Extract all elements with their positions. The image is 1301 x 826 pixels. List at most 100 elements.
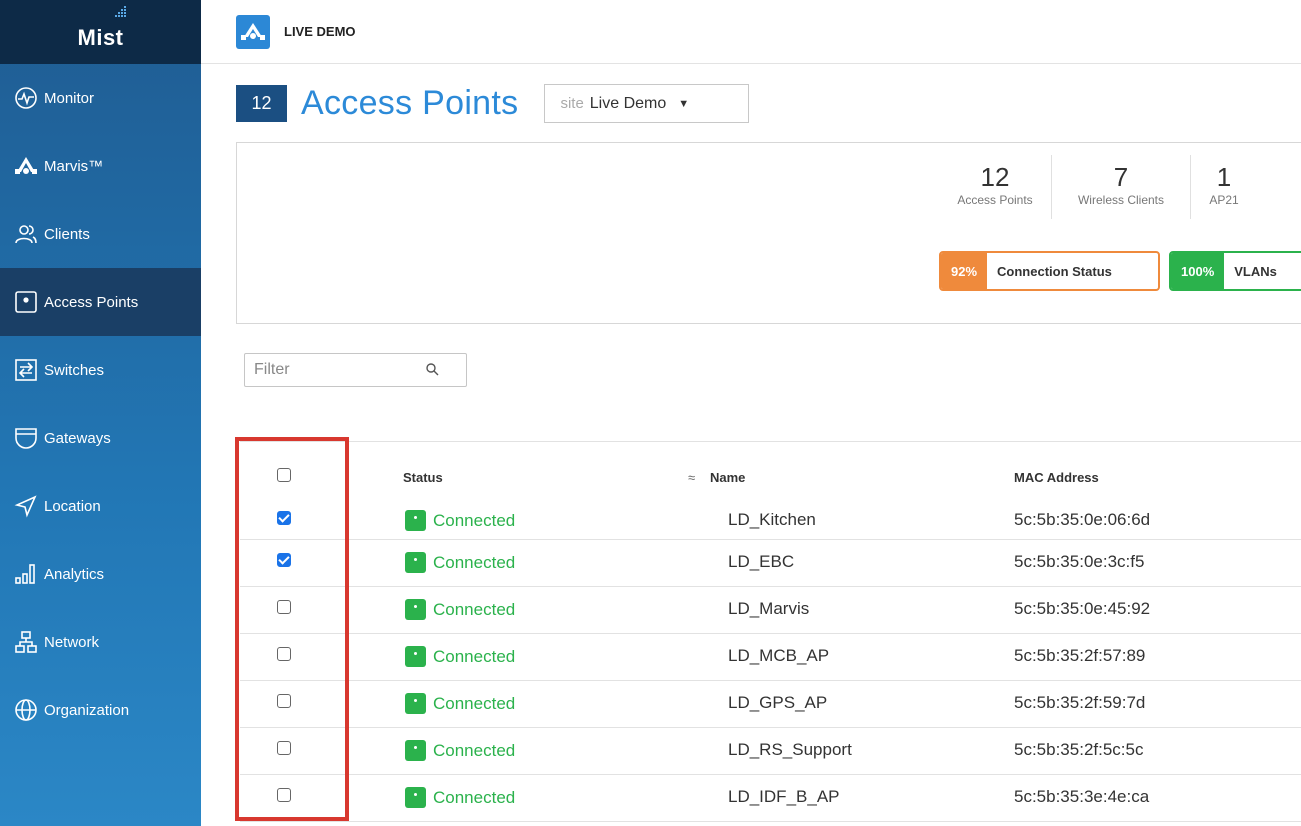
row-checkbox[interactable] [277, 694, 291, 708]
ap-name-link[interactable]: LD_Marvis [728, 599, 809, 619]
pill-percent: 92% [941, 253, 988, 289]
table-row[interactable]: Connected LD_IDF_B_AP 5c:5b:35:3e:4e:ca [240, 775, 1301, 822]
filter-placeholder: Filter [254, 361, 290, 378]
site-dropdown[interactable]: site Live Demo ▼ [544, 84, 750, 123]
stat-ap21[interactable]: 1 AP21 [1199, 163, 1249, 207]
mac-address: 5c:5b:35:0e:45:92 [1014, 599, 1151, 618]
column-header-status[interactable]: Status [403, 470, 443, 485]
title-row: 12 Access Points site Live Demo ▼ [236, 84, 750, 123]
site-dropdown-value: Live Demo [589, 94, 667, 112]
table-row[interactable]: Connected LD_GPS_AP 5c:5b:35:2f:59:7d [240, 681, 1301, 728]
mac-address: 5c:5b:35:0e:06:6d [1014, 510, 1151, 529]
ap-name-link[interactable]: LD_RS_Support [728, 740, 852, 760]
ap-count-badge: 12 [236, 85, 287, 122]
mac-address: 5c:5b:35:0e:3c:f5 [1014, 552, 1145, 571]
sidebar-item-label: Organization [44, 701, 130, 719]
analytics-icon [14, 562, 38, 586]
pill-label: VLANs [1234, 263, 1277, 279]
ap-name-link[interactable]: LD_GPS_AP [728, 693, 827, 713]
table-row[interactable]: Connected LD_EBC 5c:5b:35:0e:3c:f5 [240, 540, 1301, 587]
stat-divider [1190, 155, 1191, 219]
clients-icon [14, 222, 38, 246]
organization-icon [14, 698, 38, 722]
sidebar-item-label: Marvis™ [44, 157, 104, 175]
marvis-icon[interactable] [236, 14, 270, 49]
status-connected-icon [405, 646, 426, 667]
column-header-mac[interactable]: MAC Address [1014, 470, 1099, 485]
switch-icon [14, 358, 38, 382]
sidebar-item-access-points[interactable]: Access Points [0, 268, 201, 336]
status-connected-icon [405, 552, 426, 573]
column-header-name[interactable]: Name [710, 470, 745, 485]
table-row[interactable]: Connected LD_Marvis 5c:5b:35:0e:45:92 [240, 587, 1301, 634]
mist-logo-text: Mist [77, 25, 124, 50]
stat-label: Access Points [957, 193, 1033, 207]
ap-name-link[interactable]: LD_EBC [728, 552, 794, 572]
stat-label: AP21 [1209, 193, 1239, 207]
status-cell: Connected [405, 787, 515, 808]
sidebar-item-label: Access Points [44, 293, 139, 311]
stat-value: 1 [1216, 162, 1232, 192]
monitor-icon [14, 86, 38, 110]
connection-status-pill[interactable]: 92% Connection Status [939, 251, 1160, 291]
stat-divider [1051, 155, 1052, 219]
table-header: Status ≈ Name MAC Address [240, 441, 1301, 498]
network-icon [14, 630, 38, 654]
status-connected-icon [405, 740, 426, 761]
site-dropdown-prefix: site [560, 95, 584, 112]
mac-address: 5c:5b:35:3e:4e:ca [1014, 787, 1150, 806]
stat-label: Wireless Clients [1077, 193, 1164, 207]
sidebar-item-clients[interactable]: Clients [0, 200, 201, 268]
status-cell: Connected [405, 510, 515, 531]
sidebar-item-label: Monitor [44, 89, 95, 107]
sort-asc-icon[interactable]: ≈ [688, 470, 695, 485]
status-connected-icon [405, 787, 426, 808]
row-checkbox[interactable] [277, 647, 291, 661]
sidebar-item-organization[interactable]: Organization [0, 676, 201, 744]
row-checkbox[interactable] [277, 600, 291, 614]
status-connected-icon [405, 599, 426, 620]
access-point-icon [14, 290, 38, 314]
status-connected-icon [405, 693, 426, 714]
status-cell: Connected [405, 740, 515, 761]
table-row[interactable]: Connected LD_MCB_AP 5c:5b:35:2f:57:89 [240, 634, 1301, 681]
filter-input[interactable]: Filter [244, 353, 467, 387]
access-points-table: Status ≈ Name MAC Address Connected LD_Ki… [240, 441, 1301, 822]
stat-value: 7 [1113, 162, 1129, 192]
row-checkbox[interactable] [277, 553, 291, 567]
status-cell: Connected [405, 693, 515, 714]
status-text: Connected [433, 510, 516, 530]
sidebar-item-gateways[interactable]: Gateways [0, 404, 201, 472]
location-icon [14, 494, 38, 518]
stat-value: 12 [980, 162, 1010, 192]
row-checkbox[interactable] [277, 741, 291, 755]
select-all-checkbox[interactable] [277, 468, 291, 482]
stat-wireless-clients[interactable]: 7 Wireless Clients [1057, 163, 1185, 207]
sidebar-item-label: Gateways [44, 429, 111, 447]
ap-name-link[interactable]: LD_Kitchen [728, 510, 816, 530]
table-row[interactable]: Connected LD_RS_Support 5c:5b:35:2f:5c:5c [240, 728, 1301, 775]
ap-name-link[interactable]: LD_IDF_B_AP [728, 787, 840, 807]
row-checkbox[interactable] [277, 511, 291, 525]
gateway-icon [14, 426, 38, 450]
sidebar-item-label: Network [44, 633, 100, 651]
sidebar-item-label: Switches [44, 361, 105, 379]
sidebar-item-switches[interactable]: Switches [0, 336, 201, 404]
sidebar-item-marvis[interactable]: Marvis™ [0, 132, 201, 200]
sidebar-item-network[interactable]: Network [0, 608, 201, 676]
stats-panel: 12 Access Points 7 Wireless Clients 1 AP… [236, 142, 1301, 324]
table-row[interactable]: Connected LD_Kitchen 5c:5b:35:0e:06:6d [240, 498, 1301, 540]
stat-access-points[interactable]: 12 Access Points [943, 163, 1047, 207]
status-text: Connected [433, 599, 516, 619]
sidebar-item-location[interactable]: Location [0, 472, 201, 540]
status-cell: Connected [405, 599, 515, 620]
top-bar: LIVE DEMO [201, 0, 1301, 64]
ap-name-link[interactable]: LD_MCB_AP [728, 646, 829, 666]
sidebar-item-monitor[interactable]: Monitor [0, 64, 201, 132]
vlans-pill[interactable]: 100% VLANs [1169, 251, 1301, 291]
sidebar-item-analytics[interactable]: Analytics [0, 540, 201, 608]
status-cell: Connected [405, 552, 515, 573]
status-connected-icon [405, 510, 426, 531]
row-checkbox[interactable] [277, 788, 291, 802]
logo-bar[interactable]: Mist [0, 0, 201, 64]
